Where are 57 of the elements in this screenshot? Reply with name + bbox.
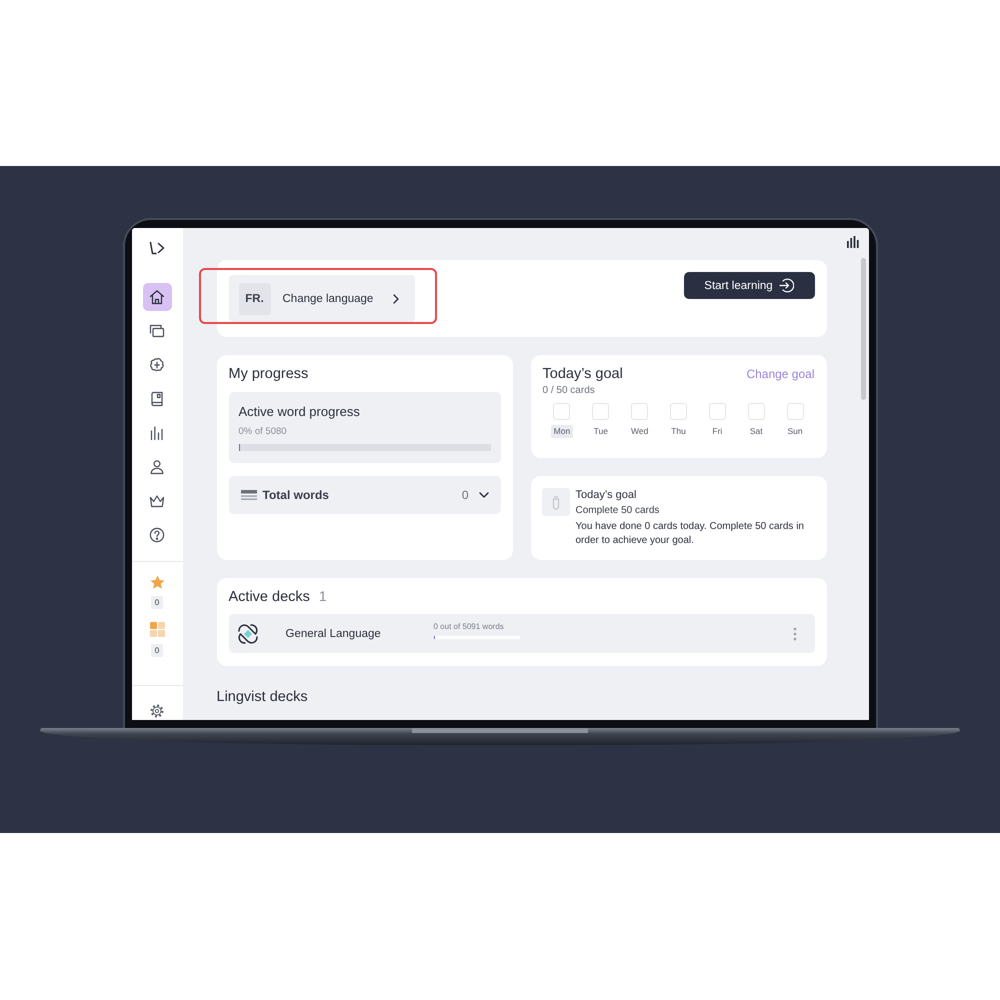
total-words-value: 0: [462, 488, 468, 502]
goal-count: 0 / 50 cards: [542, 385, 596, 397]
cup-icon: [542, 488, 570, 516]
bar-chart-icon[interactable]: [846, 236, 858, 248]
goal-info-title: Today’s goal: [576, 488, 638, 502]
day-checkbox[interactable]: [786, 403, 804, 420]
person-icon: [149, 459, 165, 475]
chevron-down-icon: [478, 492, 488, 498]
deck-progress-text: 0 out of 5091 words: [434, 622, 505, 632]
goal-info-subtitle: Complete 50 cards: [576, 504, 660, 517]
plus-badge-icon: [149, 357, 165, 373]
day-checkbox[interactable]: [553, 403, 570, 420]
start-learning-button[interactable]: Start learning: [684, 272, 814, 299]
help-icon: [149, 527, 165, 543]
deck-row[interactable]: General Language 0 out of 5091 words: [228, 614, 814, 653]
settings-icon[interactable]: [150, 704, 164, 718]
bar-chart-icon: [149, 425, 165, 441]
card-title: Today’s goal: [542, 365, 623, 383]
language-code: FR.: [238, 282, 270, 314]
panel-title: Active word progress: [238, 404, 361, 420]
tiles-count: 0: [150, 644, 164, 657]
progress-caption: 0% of 5080: [238, 426, 288, 437]
section-title: Lingvist decks: [216, 688, 309, 706]
crown-icon: [149, 493, 165, 509]
total-words-label: Total words: [262, 488, 330, 502]
card-title: My progress: [228, 365, 310, 383]
total-words-row[interactable]: Total words 0: [228, 476, 500, 514]
book-icon: [149, 391, 165, 407]
deck-name: General Language: [286, 628, 382, 640]
day-checkbox[interactable]: [748, 403, 765, 420]
day-label: Fri: [711, 425, 724, 438]
deck-count: 1: [318, 588, 327, 604]
chevron-right-icon: [392, 294, 398, 304]
scrollbar-thumb[interactable]: [860, 258, 866, 400]
tiles-icon: [150, 622, 164, 637]
day-label: Tue: [592, 425, 609, 438]
star-count: 0: [150, 596, 164, 609]
day-label: Sun: [786, 425, 804, 438]
stack-icon: [240, 490, 256, 500]
card-title: Active decks: [228, 588, 310, 606]
logo-icon: [149, 241, 165, 255]
day-checkbox[interactable]: [592, 403, 610, 420]
day-label: Mon: [550, 425, 574, 438]
goal-info-text: You have done 0 cards today. Complete 50 cards in order to achieve your goal.: [576, 520, 805, 548]
change-language-button[interactable]: FR. Change language: [228, 275, 414, 322]
arrow-circle-icon: [778, 278, 794, 293]
day-checkbox[interactable]: [631, 403, 648, 420]
day-label: Wed: [630, 425, 650, 438]
star-icon: [150, 575, 164, 589]
knot-icon: [236, 622, 260, 646]
day-checkbox[interactable]: [708, 403, 726, 420]
home-icon: [149, 289, 165, 305]
day-label: Sat: [748, 425, 764, 438]
home-nav-button[interactable]: [142, 283, 172, 311]
cards-icon: [149, 323, 165, 339]
day-checkbox[interactable]: [670, 403, 687, 420]
day-label: Thu: [670, 425, 687, 438]
